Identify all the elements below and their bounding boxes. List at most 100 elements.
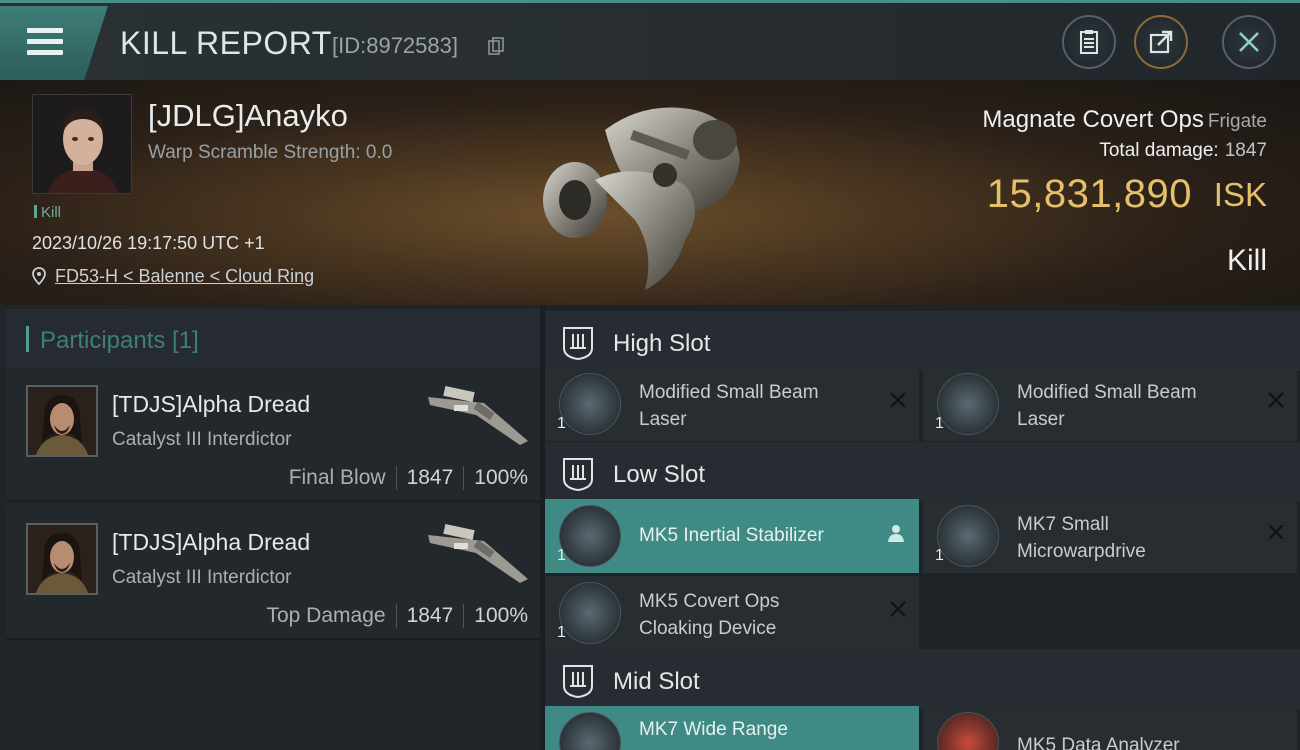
module-name: MK7 Wide Range bbox=[639, 716, 879, 743]
menu-button[interactable] bbox=[0, 6, 108, 80]
total-damage-label: Total damage: bbox=[1099, 140, 1219, 161]
kill-result: Kill bbox=[1226, 244, 1267, 277]
kill-summary-banner: [JDLG]Anayko Warp Scramble Strength: 0.0… bbox=[0, 80, 1300, 305]
module-item[interactable]: 1 Modified Small Beam Laser bbox=[545, 367, 919, 441]
module-name-line1: MK5 Covert Ops bbox=[639, 591, 780, 612]
module-qty: 1 bbox=[935, 547, 944, 564]
total-damage-value: 1847 bbox=[1224, 140, 1267, 161]
module-name: MK5 Covert Ops Cloaking Device bbox=[639, 588, 879, 642]
participant-percent: 100% bbox=[474, 604, 528, 627]
low-slot-icon bbox=[563, 458, 593, 491]
location-link[interactable]: FD53-H < Balenne < Cloud Ring bbox=[55, 266, 314, 286]
module-name-line1: MK7 Small bbox=[1017, 514, 1109, 535]
mid-slot-icon bbox=[563, 665, 593, 698]
module-name-line2: Cloaking Device bbox=[639, 618, 777, 639]
stabilizer-module-icon bbox=[559, 505, 621, 567]
participant-stats: Top Damage 1847 100% bbox=[266, 604, 528, 628]
kill-tag: Kill bbox=[34, 204, 61, 221]
participant-row[interactable]: [TDJS]Alpha Dread Catalyst III Interdict… bbox=[6, 367, 540, 502]
microwarpdrive-module-icon bbox=[937, 505, 999, 567]
module-name-line1: MK5 Inertial Stabilizer bbox=[639, 525, 824, 546]
copy-icon[interactable] bbox=[488, 37, 504, 55]
cloaking-module-icon bbox=[559, 582, 621, 644]
isk-unit: ISK bbox=[1213, 176, 1267, 213]
participants-panel: Participants [1] [TDJS]Alpha Dread Catal… bbox=[0, 305, 540, 750]
module-name: Modified Small Beam Laser bbox=[1017, 379, 1257, 433]
victim-name[interactable]: [JDLG]Anayko bbox=[148, 98, 348, 134]
stat-divider bbox=[395, 466, 397, 490]
top-bar: KILL REPORT [ID:8972583] bbox=[0, 0, 1300, 80]
destroyed-icon bbox=[1268, 392, 1284, 408]
participant-ship: Catalyst III Interdictor bbox=[112, 567, 292, 588]
participant-portrait[interactable] bbox=[26, 385, 98, 457]
participant-role: Final Blow bbox=[288, 466, 386, 489]
participant-damage: 1847 bbox=[406, 466, 454, 489]
stat-divider bbox=[463, 466, 465, 490]
module-name-line2: Laser bbox=[639, 409, 687, 430]
module-item[interactable]: MK5 Data Analyzer bbox=[923, 706, 1297, 750]
dropped-person-icon bbox=[888, 525, 904, 542]
location-pin-icon bbox=[32, 267, 46, 286]
module-name-line2: Laser bbox=[1017, 409, 1065, 430]
module-item[interactable]: 1 Modified Small Beam Laser bbox=[923, 367, 1297, 441]
close-icon bbox=[1239, 32, 1259, 52]
kill-location[interactable]: FD53-H < Balenne < Cloud Ring bbox=[32, 266, 314, 287]
module-item[interactable]: 1 MK5 Inertial Stabilizer bbox=[545, 499, 919, 573]
isk-value: 15,831,890 bbox=[986, 172, 1192, 216]
victim-portrait[interactable] bbox=[32, 94, 132, 194]
total-damage: Total damage: 1847 bbox=[1099, 140, 1267, 162]
module-name: MK5 Data Analyzer bbox=[1017, 732, 1257, 750]
module-item[interactable]: 1 MK7 Small Microwarpdrive bbox=[923, 499, 1297, 573]
participant-damage: 1847 bbox=[406, 604, 454, 627]
participant-percent: 100% bbox=[474, 466, 528, 489]
module-qty: 1 bbox=[557, 624, 566, 641]
share-button[interactable] bbox=[1134, 15, 1188, 69]
laser-module-icon bbox=[559, 373, 621, 435]
participants-label: Participants [1] bbox=[40, 327, 199, 354]
close-button[interactable] bbox=[1222, 15, 1276, 69]
module-name: MK5 Inertial Stabilizer bbox=[639, 522, 879, 549]
ship-image bbox=[543, 107, 740, 290]
module-name-line1: Modified Small Beam bbox=[639, 382, 819, 403]
header-accent bbox=[26, 326, 29, 352]
module-name: MK7 Small Microwarpdrive bbox=[1017, 511, 1257, 565]
module-item[interactable]: MK7 Wide Range bbox=[545, 706, 919, 750]
participant-portrait[interactable] bbox=[26, 523, 98, 595]
module-qty: 1 bbox=[557, 415, 566, 432]
participant-ship-image bbox=[428, 385, 528, 445]
report-button[interactable] bbox=[1062, 15, 1116, 69]
module-item[interactable]: 1 MK5 Covert Ops Cloaking Device bbox=[545, 576, 919, 650]
kill-datetime: 2023/10/26 19:17:50 UTC +1 bbox=[32, 233, 265, 253]
high-slot-header: High Slot bbox=[545, 311, 1300, 371]
mid-slot-header: Mid Slot bbox=[545, 649, 1300, 709]
report-id: [ID:8972583] bbox=[332, 33, 458, 58]
laser-module-icon bbox=[937, 373, 999, 435]
participant-row[interactable]: [TDJS]Alpha Dread Catalyst III Interdict… bbox=[6, 505, 540, 640]
participant-ship-image bbox=[428, 523, 528, 583]
module-name-line1: MK5 Data Analyzer bbox=[1017, 735, 1180, 750]
module-name-line1: Modified Small Beam bbox=[1017, 382, 1197, 403]
participants-header: Participants [1] bbox=[6, 309, 540, 367]
wide-range-module-icon bbox=[559, 712, 621, 750]
low-slot-label: Low Slot bbox=[613, 461, 706, 488]
participant-stats: Final Blow 1847 100% bbox=[289, 466, 528, 490]
high-slot-icon bbox=[563, 327, 593, 360]
participant-name[interactable]: [TDJS]Alpha Dread bbox=[112, 529, 310, 556]
clipboard-icon bbox=[1080, 30, 1098, 54]
module-qty: 1 bbox=[935, 415, 944, 432]
participant-name[interactable]: [TDJS]Alpha Dread bbox=[112, 391, 310, 418]
warp-scramble-strength: Warp Scramble Strength: 0.0 bbox=[148, 142, 393, 163]
ship-name: Magnate Covert Ops Frigate bbox=[982, 106, 1267, 134]
destroyed-icon bbox=[890, 392, 906, 408]
module-name: Modified Small Beam Laser bbox=[639, 379, 879, 433]
module-qty: 1 bbox=[557, 547, 566, 564]
participant-ship: Catalyst III Interdictor bbox=[112, 429, 292, 450]
ship-name-text: Magnate Covert Ops bbox=[982, 106, 1204, 133]
fitting-panel: High Slot 1 Modified Small Beam Laser 1 … bbox=[545, 305, 1300, 750]
mid-slot-label: Mid Slot bbox=[613, 668, 700, 695]
module-name-line1: MK7 Wide Range bbox=[639, 719, 788, 740]
stat-divider bbox=[395, 604, 397, 628]
menu-icon bbox=[27, 28, 63, 56]
destroyed-icon bbox=[890, 601, 906, 617]
page-title: KILL REPORT bbox=[120, 25, 332, 61]
